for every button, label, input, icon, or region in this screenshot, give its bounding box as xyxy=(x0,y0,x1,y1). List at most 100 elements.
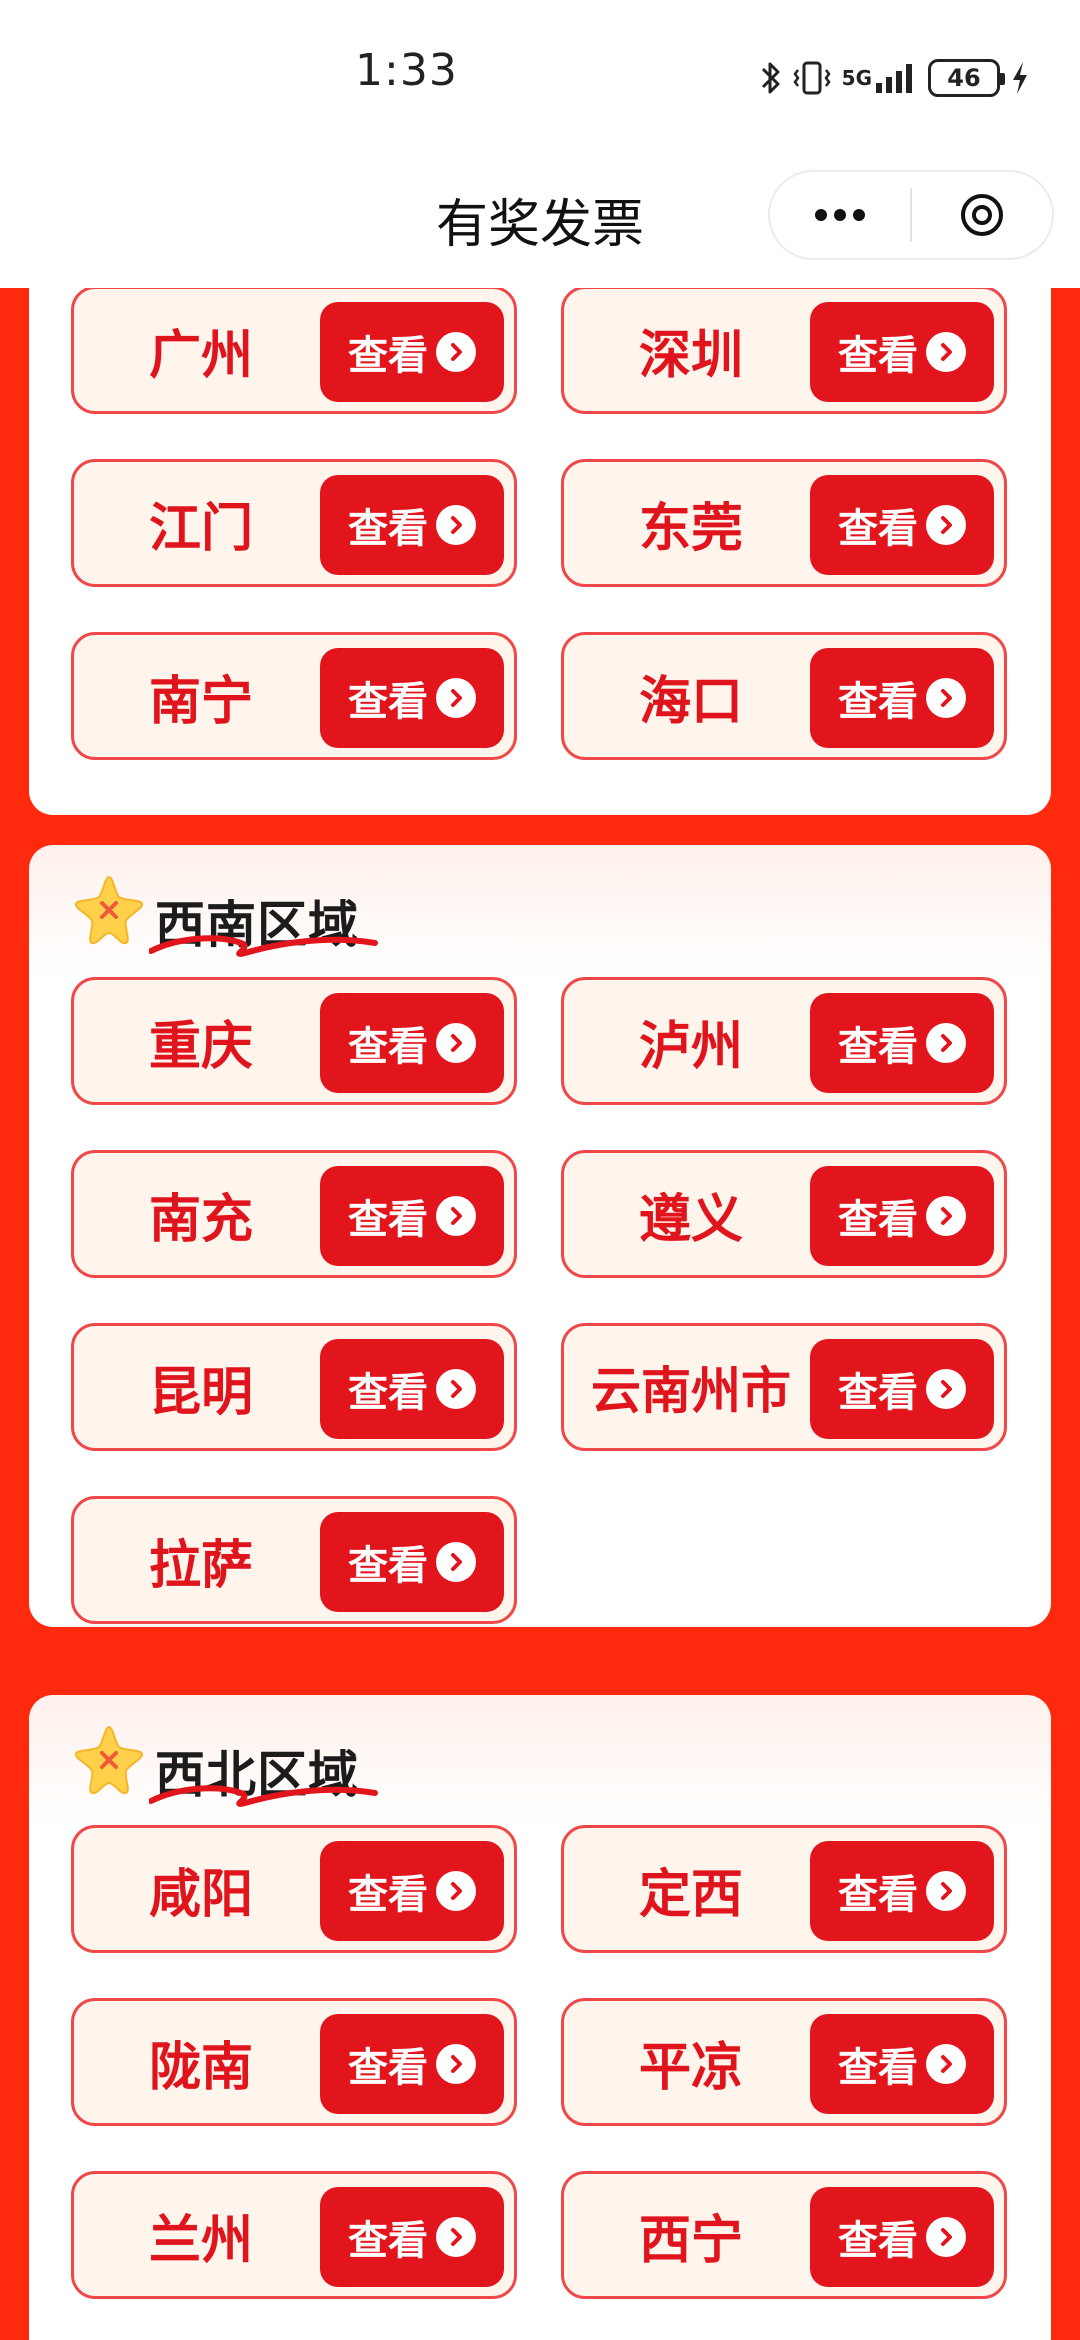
signal-icon: 5G xyxy=(842,58,918,98)
chevron-right-icon xyxy=(436,2217,476,2257)
city-name: 昆明 xyxy=(148,1362,253,1423)
network-label: 5G xyxy=(841,66,872,90)
bluetooth-icon xyxy=(760,58,782,98)
chevron-right-icon xyxy=(926,332,966,372)
view-button-label: 查看 xyxy=(838,1370,918,1416)
view-button[interactable]: 查看 xyxy=(320,2014,504,2114)
section-header: 西北区域 xyxy=(71,1721,571,1811)
view-button-label: 查看 xyxy=(348,1197,428,1243)
view-button-label: 查看 xyxy=(838,2218,918,2264)
view-button[interactable]: 查看 xyxy=(810,2014,994,2114)
view-button[interactable]: 查看 xyxy=(810,475,994,575)
capsule-menu xyxy=(768,170,1054,260)
city-name: 拉萨 xyxy=(148,1535,253,1596)
city-name: 兰州 xyxy=(148,2210,253,2271)
city-card[interactable]: 西宁 查看 xyxy=(561,2171,1007,2299)
view-button[interactable]: 查看 xyxy=(320,475,504,575)
view-button-label: 查看 xyxy=(348,333,428,379)
chevron-right-icon xyxy=(436,1871,476,1911)
mini-program-screen: 1:33 5G 46 有奖发票 广州 查看 深圳 查看 江门 查看 东莞 查看 … xyxy=(0,0,1080,2340)
city-card[interactable]: 云南州市 查看 xyxy=(561,1323,1007,1451)
navigation-bar: 有奖发票 xyxy=(0,160,1080,288)
view-button[interactable]: 查看 xyxy=(320,302,504,402)
city-card[interactable]: 广州 查看 xyxy=(71,288,517,414)
city-card[interactable]: 咸阳 查看 xyxy=(71,1825,517,1953)
view-button-label: 查看 xyxy=(348,1024,428,1070)
city-card[interactable]: 重庆 查看 xyxy=(71,977,517,1105)
city-card[interactable]: 定西 查看 xyxy=(561,1825,1007,1953)
city-card[interactable]: 兰州 查看 xyxy=(71,2171,517,2299)
close-icon xyxy=(961,194,1003,236)
status-icons: 5G 46 xyxy=(760,56,1030,100)
view-button-label: 查看 xyxy=(838,2045,918,2091)
chevron-right-icon xyxy=(926,505,966,545)
title-underline xyxy=(149,1785,378,1807)
city-name: 南充 xyxy=(148,1189,253,1250)
view-button[interactable]: 查看 xyxy=(320,1841,504,1941)
view-button[interactable]: 查看 xyxy=(320,2187,504,2287)
view-button-label: 查看 xyxy=(838,1024,918,1070)
view-button[interactable]: 查看 xyxy=(320,1339,504,1439)
view-button-label: 查看 xyxy=(838,679,918,725)
view-button[interactable]: 查看 xyxy=(320,993,504,1093)
city-name: 云南州市 xyxy=(591,1362,791,1420)
region-panel-south: 广州 查看 深圳 查看 江门 查看 东莞 查看 南宁 查看 海口 查看 xyxy=(29,288,1051,815)
chevron-right-icon xyxy=(436,1196,476,1236)
view-button[interactable]: 查看 xyxy=(810,993,994,1093)
view-button[interactable]: 查看 xyxy=(810,2187,994,2287)
chevron-right-icon xyxy=(926,1369,966,1409)
city-card[interactable]: 深圳 查看 xyxy=(561,288,1007,414)
city-name: 深圳 xyxy=(638,325,743,386)
city-name: 平凉 xyxy=(638,2037,743,2098)
chevron-right-icon xyxy=(436,332,476,372)
view-button[interactable]: 查看 xyxy=(810,648,994,748)
chevron-right-icon xyxy=(926,2044,966,2084)
city-card[interactable]: 昆明 查看 xyxy=(71,1323,517,1451)
chevron-right-icon xyxy=(436,1369,476,1409)
city-card[interactable]: 东莞 查看 xyxy=(561,459,1007,587)
close-button[interactable] xyxy=(912,172,1052,258)
city-card[interactable]: 拉萨 查看 xyxy=(71,1496,517,1624)
city-name: 海口 xyxy=(638,671,743,732)
city-card[interactable]: 泸州 查看 xyxy=(561,977,1007,1105)
view-button[interactable]: 查看 xyxy=(810,1841,994,1941)
more-button[interactable] xyxy=(770,172,910,258)
status-bar: 1:33 5G 46 xyxy=(0,0,1080,160)
chevron-right-icon xyxy=(926,1871,966,1911)
city-name: 西宁 xyxy=(638,2210,743,2271)
view-button[interactable]: 查看 xyxy=(810,1166,994,1266)
view-button-label: 查看 xyxy=(348,1543,428,1589)
city-name: 咸阳 xyxy=(148,1864,253,1925)
city-card[interactable]: 遵义 查看 xyxy=(561,1150,1007,1278)
chevron-right-icon xyxy=(436,1542,476,1582)
city-card[interactable]: 陇南 查看 xyxy=(71,1998,517,2126)
region-panel-northwest: 西北区域 咸阳 查看 定西 查看 陇南 查看 平凉 查看 兰州 查看 西宁 查看 xyxy=(29,1695,1051,2340)
city-name: 东莞 xyxy=(638,498,743,559)
vibrate-icon xyxy=(792,58,832,98)
view-button-label: 查看 xyxy=(348,679,428,725)
star-icon xyxy=(75,1725,143,1795)
view-button[interactable]: 查看 xyxy=(320,1166,504,1266)
city-card[interactable]: 南宁 查看 xyxy=(71,632,517,760)
city-card[interactable]: 平凉 查看 xyxy=(561,1998,1007,2126)
battery-icon: 46 xyxy=(928,59,1005,97)
city-name: 遵义 xyxy=(638,1189,743,1250)
view-button[interactable]: 查看 xyxy=(320,648,504,748)
view-button-label: 查看 xyxy=(838,1872,918,1918)
city-name: 重庆 xyxy=(148,1016,253,1077)
view-button[interactable]: 查看 xyxy=(320,1512,504,1612)
region-panel-southwest: 西南区域 重庆 查看 泸州 查看 南充 查看 遵义 查看 昆明 查看 云南州市 查看 拉萨 查看 xyxy=(29,845,1051,1627)
view-button[interactable]: 查看 xyxy=(810,302,994,402)
city-name: 泸州 xyxy=(638,1016,743,1077)
city-card[interactable]: 海口 查看 xyxy=(561,632,1007,760)
view-button-label: 查看 xyxy=(838,1197,918,1243)
view-button[interactable]: 查看 xyxy=(810,1339,994,1439)
chevron-right-icon xyxy=(436,2044,476,2084)
charging-icon xyxy=(1010,58,1030,98)
content-area: 广州 查看 深圳 查看 江门 查看 东莞 查看 南宁 查看 海口 查看 西南区域 重庆 查看 泸州 查看 南充… xyxy=(0,288,1080,2340)
chevron-right-icon xyxy=(926,1196,966,1236)
city-card[interactable]: 江门 查看 xyxy=(71,459,517,587)
city-card[interactable]: 南充 查看 xyxy=(71,1150,517,1278)
city-name: 江门 xyxy=(148,498,253,559)
more-icon xyxy=(815,209,865,221)
